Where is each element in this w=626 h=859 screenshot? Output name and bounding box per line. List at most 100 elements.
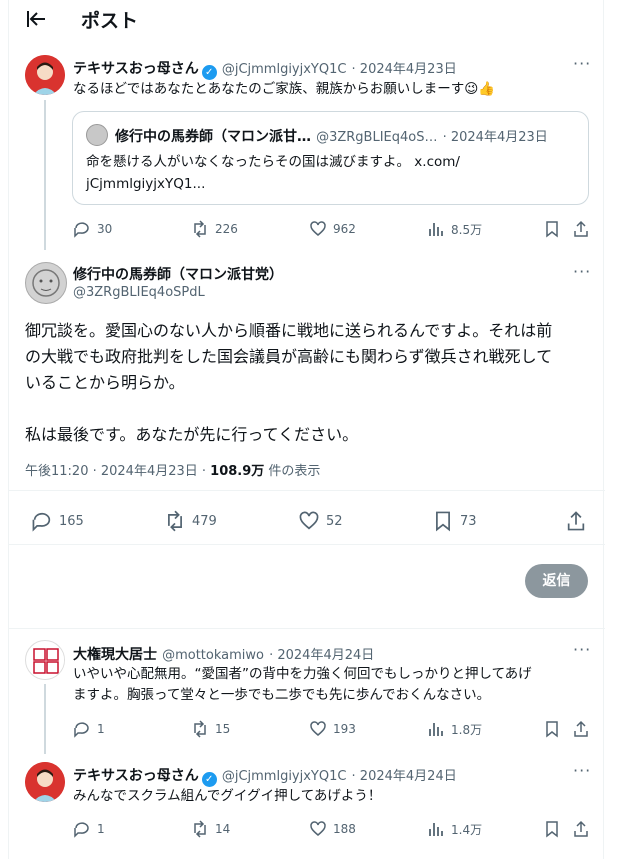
quote-display-name: 修行中の馬券師（マロン派甘… — [115, 129, 311, 145]
retweet-icon — [194, 720, 206, 738]
like-action[interactable]: 193 — [309, 720, 356, 738]
handle[interactable]: @3ZRgBLIEq4oSPdL — [73, 285, 205, 300]
more-options-icon[interactable]: ··· — [573, 640, 591, 659]
bookmark-icon[interactable] — [543, 720, 561, 738]
reply-icon — [74, 822, 89, 838]
views-label: 件の表示 — [264, 464, 321, 479]
reply-button[interactable]: 返信 — [525, 564, 588, 598]
views-count: 8.5万 — [451, 222, 483, 237]
tweet-text: なるほどではあなたとあなたのご家族、親族からお願いしまーす😉👍 — [73, 81, 496, 97]
reply-icon — [74, 222, 89, 238]
views-action[interactable]: 8.5万 — [427, 220, 482, 238]
tweet-text: いやいや心配無用。“愛国者”の背中を力強く何回でもしっかりと押してあげ ますよ。… — [73, 664, 532, 706]
divider — [9, 490, 605, 491]
retweet-action[interactable]: 226 — [191, 220, 238, 238]
avatar[interactable] — [25, 640, 65, 680]
more-options-icon[interactable]: ··· — [573, 761, 591, 780]
avatar[interactable] — [25, 762, 65, 802]
share-icon[interactable] — [572, 720, 590, 738]
views-action[interactable]: 1.8万 — [427, 720, 482, 738]
thread-line — [44, 684, 46, 754]
reply-action[interactable]: 30 — [73, 220, 112, 238]
retweet-action[interactable]: 15 — [191, 720, 230, 738]
reply-action[interactable]: 165 — [31, 510, 84, 532]
text-line: 私は最後です。あなたが先に行ってください。 — [25, 425, 359, 444]
avatar[interactable] — [25, 55, 65, 95]
tweet-header: テキサスおっ母さん ✓ @jCjmmlgiyjxYQ1C · 2024年4月23日 — [73, 58, 457, 80]
more-options-icon[interactable]: ··· — [573, 54, 591, 73]
reply-count: 1 — [97, 722, 105, 736]
like-count: 193 — [333, 722, 356, 736]
timestamp[interactable]: · 2024年4月24日 — [352, 769, 457, 784]
timestamp[interactable]: · 2024年4月23日 — [352, 62, 457, 77]
bookmark-icon[interactable] — [543, 220, 561, 238]
views-action[interactable]: 1.4万 — [427, 820, 482, 838]
back-arrow-icon[interactable] — [25, 8, 47, 30]
retweet-count: 479 — [192, 513, 217, 529]
tweet-header: テキサスおっ母さん ✓ @jCjmmlgiyjxYQ1C · 2024年4月24日 — [73, 765, 457, 787]
reply-action[interactable]: 1 — [73, 720, 105, 738]
bookmark-action[interactable]: 73 — [432, 510, 477, 532]
retweet-action[interactable]: 14 — [191, 820, 230, 838]
reply-count: 30 — [97, 222, 113, 236]
bookmark-icon[interactable] — [543, 820, 561, 838]
verified-badge-icon: ✓ — [201, 65, 217, 80]
view-total: 108.9万 — [210, 464, 265, 479]
views-chart-icon — [429, 223, 443, 236]
share-icon[interactable] — [565, 510, 587, 532]
thread-line — [44, 100, 46, 250]
display-name[interactable]: 大権現大居士 — [73, 647, 157, 663]
person-avatar-icon — [25, 762, 65, 802]
like-action[interactable]: 188 — [309, 820, 356, 838]
retweet-icon — [194, 820, 206, 838]
divider — [9, 544, 605, 545]
like-count: 962 — [333, 222, 356, 236]
text-line: いやいや心配無用。“愛国者”の背中を力強く何回でもしっかりと押してあげ — [73, 666, 532, 682]
text-line: いることから明らか。 — [25, 373, 185, 392]
retweet-icon — [194, 220, 206, 238]
handle[interactable]: @mottokamiwo — [162, 648, 264, 663]
heart-icon — [310, 721, 326, 736]
monk-avatar-icon — [32, 269, 60, 297]
display-name[interactable]: テキサスおっ母さん — [73, 768, 199, 784]
retweet-icon — [168, 510, 182, 532]
share-icon[interactable] — [572, 220, 590, 238]
tweet-header: 大権現大居士 @mottokamiwo · 2024年4月24日 — [73, 644, 374, 664]
avatar[interactable] — [25, 262, 67, 304]
header: ポスト — [9, 0, 605, 40]
like-action[interactable]: 962 — [309, 220, 356, 238]
kanji-seal-avatar-icon — [27, 642, 64, 679]
verified-badge-icon: ✓ — [201, 772, 217, 787]
reply-icon — [74, 722, 89, 738]
text-line: の大戦でも政府批判をした国会議員が高齢にも関わらず徴兵され戦死して — [25, 347, 553, 366]
handle[interactable]: @jCjmmlgiyjxYQ1C — [222, 62, 347, 77]
quote-timestamp: · 2024年4月23日 — [442, 130, 548, 145]
more-options-icon[interactable]: ··· — [573, 262, 591, 281]
page-title: ポスト — [81, 10, 139, 32]
display-name[interactable]: 修行中の馬券師（マロン派甘党） — [73, 267, 283, 283]
heart-icon — [310, 821, 326, 836]
quote-text-line: jCjmmlgiyjxYQ1... — [86, 176, 206, 192]
person-avatar-icon — [25, 55, 65, 95]
heart-icon — [310, 221, 326, 236]
bookmark-icon — [436, 511, 450, 532]
like-count: 188 — [333, 822, 356, 836]
handle[interactable]: @jCjmmlgiyjxYQ1C — [222, 769, 347, 784]
display-name[interactable]: テキサスおっ母さん — [73, 61, 199, 77]
retweet-count: 15 — [215, 722, 231, 736]
timestamp[interactable]: · 2024年4月24日 — [269, 648, 374, 663]
quoted-tweet[interactable]: 修行中の馬券師（マロン派甘… @3ZRgBLIEq4oS… · 2024年4月2… — [72, 111, 589, 205]
share-icon[interactable] — [572, 820, 590, 838]
post-meta: 午後11:20 · 2024年4月23日 · 108.9万 件の表示 — [25, 460, 320, 479]
like-count: 52 — [326, 513, 343, 529]
retweet-action[interactable]: 479 — [164, 510, 217, 532]
quote-text-line: 命を懸ける人がいなくなったらその国は滅びますよ。 x.com/ — [86, 154, 460, 170]
like-action[interactable]: 52 — [298, 510, 343, 532]
reply-action[interactable]: 1 — [73, 820, 105, 838]
reply-count: 165 — [59, 513, 84, 529]
heart-icon — [299, 511, 319, 530]
bookmark-count: 73 — [460, 513, 477, 529]
post-time[interactable]: 午後11:20 · 2024年4月23日 · — [25, 464, 210, 479]
views-chart-icon — [429, 823, 443, 836]
views-count: 1.4万 — [451, 822, 483, 837]
